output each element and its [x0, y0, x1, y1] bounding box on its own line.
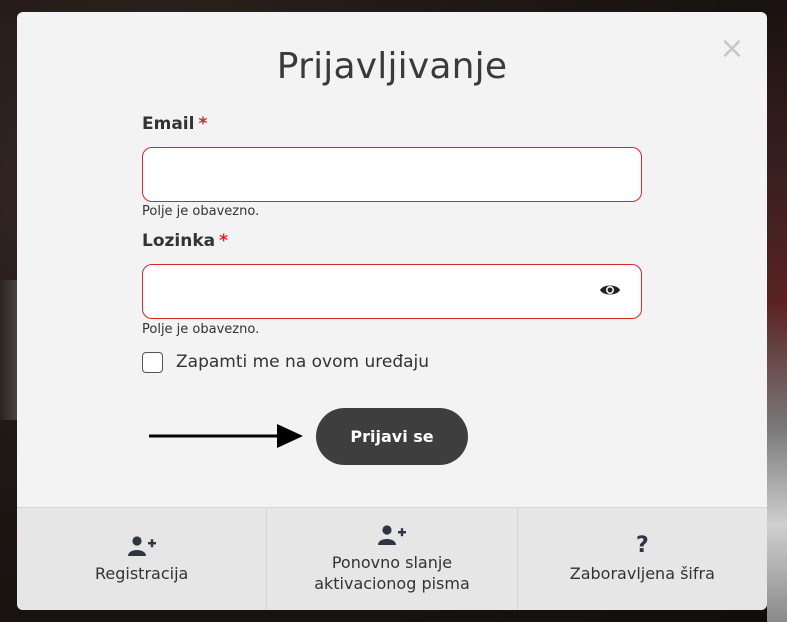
footer-label-resend-line1: Ponovno slanje: [331, 553, 453, 572]
email-input[interactable]: [142, 147, 642, 202]
footer-label-resend-line2: aktivacionog pisma: [314, 574, 470, 593]
close-button[interactable]: ×: [717, 34, 747, 64]
login-submit-button[interactable]: Prijavi se: [316, 408, 468, 465]
password-label-text: Lozinka: [142, 231, 216, 251]
password-label: Lozinka *: [142, 231, 228, 251]
remember-me: Zapamti me na ovom uređaju: [142, 350, 429, 374]
password-error: Polje je obavezno.: [142, 322, 260, 337]
footer-label-register: Registracija: [95, 563, 189, 583]
show-password-button[interactable]: [597, 281, 623, 301]
email-error: Polje je obavezno.: [142, 204, 260, 219]
footer-label-forgot-password: Zaboravljena šifra: [569, 563, 715, 583]
user-plus-icon: [127, 535, 156, 556]
eye-icon: [600, 285, 620, 294]
modal-title: Prijavljivanje: [276, 46, 508, 87]
login-modal: Prijavljivanje × Email * Polje je obavezn…: [17, 12, 767, 610]
close-icon: ×: [719, 31, 745, 66]
remember-checkbox[interactable]: [142, 351, 163, 373]
required-marker: *: [198, 114, 208, 134]
arrow-right-icon: [149, 424, 303, 448]
footer-item-forgot-password[interactable]: ? Zaboravljena šifra: [516, 508, 767, 610]
background-right: [767, 300, 787, 622]
question-icon: ?: [635, 532, 649, 558]
modal-footer: Registracija Ponovno slanje aktivacionog…: [17, 507, 767, 610]
email-label: Email *: [142, 114, 207, 134]
background-left: [0, 280, 17, 420]
password-input[interactable]: [142, 264, 642, 319]
remember-label: Zapamti me na ovom uređaju: [176, 352, 430, 372]
email-label-text: Email: [142, 114, 195, 134]
required-marker: *: [219, 231, 229, 251]
user-plus-icon: [377, 525, 406, 545]
background-right-top: [767, 0, 787, 300]
footer-item-register[interactable]: Registracija: [17, 508, 266, 610]
footer-item-resend-activation[interactable]: Ponovno slanje aktivacionog pisma: [266, 508, 516, 610]
